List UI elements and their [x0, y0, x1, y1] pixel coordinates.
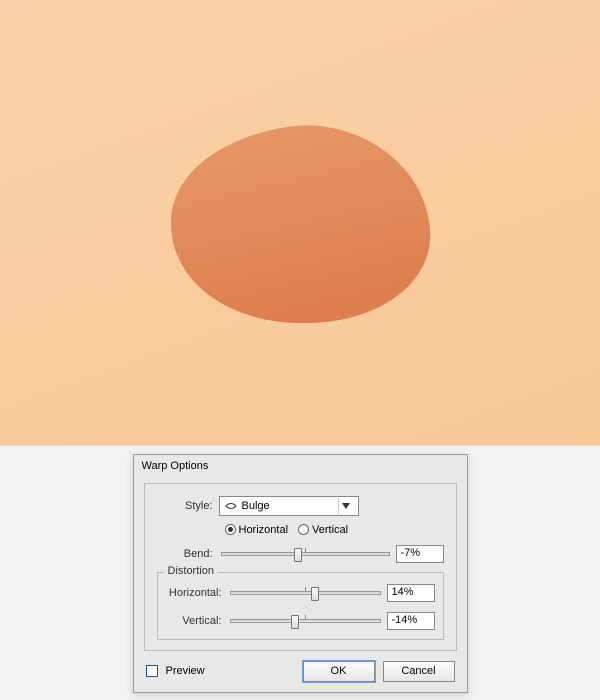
- dist-v-label: Vertical:: [166, 615, 228, 627]
- slider-thumb[interactable]: [291, 615, 299, 629]
- dist-h-label: Horizontal:: [166, 587, 228, 599]
- chevron-down-icon: [338, 498, 354, 514]
- bend-value-input[interactable]: -7%: [396, 545, 444, 563]
- preview-label: Preview: [166, 665, 205, 677]
- orientation-vertical-radio[interactable]: Vertical: [298, 524, 348, 536]
- warp-options-dialog: Warp Options Style: Bulge Horizontal: [133, 454, 468, 693]
- preview-checkbox[interactable]: [146, 665, 158, 677]
- style-value: Bulge: [238, 500, 338, 512]
- dialog-title: Warp Options: [134, 455, 467, 477]
- ok-button[interactable]: OK: [303, 661, 375, 682]
- dist-v-slider[interactable]: [230, 619, 381, 623]
- slider-thumb[interactable]: [311, 587, 319, 601]
- bend-label: Bend:: [157, 548, 219, 560]
- cancel-button[interactable]: Cancel: [383, 661, 455, 682]
- radio-icon: [298, 524, 309, 535]
- warped-shape: [165, 118, 435, 328]
- distortion-group: Distortion Horizontal: 14% Vertical:: [157, 572, 444, 640]
- dist-v-value-input[interactable]: -14%: [387, 612, 435, 630]
- bulge-icon: [224, 499, 238, 513]
- style-label: Style:: [157, 500, 219, 512]
- orientation-vertical-label: Vertical: [312, 524, 348, 536]
- canvas-preview: [0, 0, 600, 446]
- style-dropdown[interactable]: Bulge: [219, 496, 359, 516]
- orientation-horizontal-label: Horizontal: [239, 524, 289, 536]
- orientation-horizontal-radio[interactable]: Horizontal: [225, 524, 289, 536]
- dialog-backdrop: Warp Options Style: Bulge Horizontal: [0, 446, 600, 700]
- bend-slider[interactable]: [221, 552, 390, 556]
- dialog-body: Style: Bulge Horizontal: [144, 483, 457, 651]
- distortion-legend: Distortion: [164, 565, 218, 577]
- radio-icon: [225, 524, 236, 535]
- slider-thumb[interactable]: [294, 548, 302, 562]
- dist-h-value-input[interactable]: 14%: [387, 584, 435, 602]
- dist-h-slider[interactable]: [230, 591, 381, 595]
